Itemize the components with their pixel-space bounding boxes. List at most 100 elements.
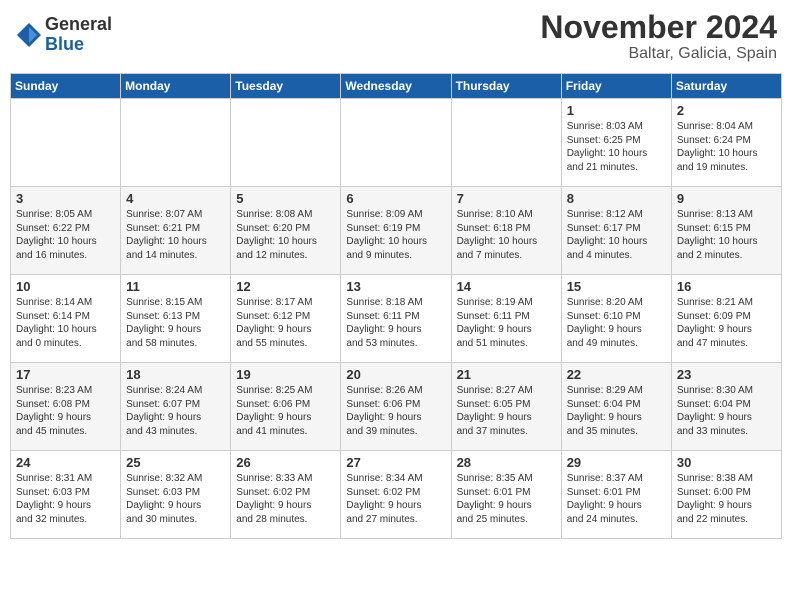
calendar-cell: 18 Sunrise: 8:24 AM Sunset: 6:07 PM Dayli… <box>121 363 231 451</box>
weekday-header-thursday: Thursday <box>451 74 561 99</box>
day-number: 3 <box>16 191 115 206</box>
calendar-cell: 17 Sunrise: 8:23 AM Sunset: 6:08 PM Dayli… <box>11 363 121 451</box>
calendar-cell: 27 Sunrise: 8:34 AM Sunset: 6:02 PM Dayli… <box>341 451 451 539</box>
calendar-cell: 15 Sunrise: 8:20 AM Sunset: 6:10 PM Dayli… <box>561 275 671 363</box>
calendar-cell: 25 Sunrise: 8:32 AM Sunset: 6:03 PM Dayli… <box>121 451 231 539</box>
cell-info: Sunrise: 8:15 AM Sunset: 6:13 PM Dayligh… <box>126 296 225 350</box>
cell-info: Sunrise: 8:10 AM Sunset: 6:18 PM Dayligh… <box>457 208 556 262</box>
cell-info: Sunrise: 8:13 AM Sunset: 6:15 PM Dayligh… <box>677 208 776 262</box>
calendar-cell: 7 Sunrise: 8:10 AM Sunset: 6:18 PM Daylig… <box>451 187 561 275</box>
day-number: 22 <box>567 367 666 382</box>
weekday-header-sunday: Sunday <box>11 74 121 99</box>
calendar-cell: 4 Sunrise: 8:07 AM Sunset: 6:21 PM Daylig… <box>121 187 231 275</box>
logo: General Blue <box>15 15 112 55</box>
cell-info: Sunrise: 8:29 AM Sunset: 6:04 PM Dayligh… <box>567 384 666 438</box>
day-number: 24 <box>16 455 115 470</box>
day-number: 26 <box>236 455 335 470</box>
logo-icon <box>15 21 43 49</box>
cell-info: Sunrise: 8:19 AM Sunset: 6:11 PM Dayligh… <box>457 296 556 350</box>
calendar-cell: 28 Sunrise: 8:35 AM Sunset: 6:01 PM Dayli… <box>451 451 561 539</box>
calendar-cell <box>11 99 121 187</box>
day-number: 7 <box>457 191 556 206</box>
cell-info: Sunrise: 8:34 AM Sunset: 6:02 PM Dayligh… <box>346 472 445 526</box>
cell-info: Sunrise: 8:37 AM Sunset: 6:01 PM Dayligh… <box>567 472 666 526</box>
cell-info: Sunrise: 8:30 AM Sunset: 6:04 PM Dayligh… <box>677 384 776 438</box>
day-number: 30 <box>677 455 776 470</box>
calendar-cell: 22 Sunrise: 8:29 AM Sunset: 6:04 PM Dayli… <box>561 363 671 451</box>
calendar-week-5: 24 Sunrise: 8:31 AM Sunset: 6:03 PM Dayli… <box>11 451 782 539</box>
day-number: 20 <box>346 367 445 382</box>
calendar-cell: 12 Sunrise: 8:17 AM Sunset: 6:12 PM Dayli… <box>231 275 341 363</box>
calendar-week-4: 17 Sunrise: 8:23 AM Sunset: 6:08 PM Dayli… <box>11 363 782 451</box>
weekday-header-tuesday: Tuesday <box>231 74 341 99</box>
calendar-cell <box>341 99 451 187</box>
cell-info: Sunrise: 8:27 AM Sunset: 6:05 PM Dayligh… <box>457 384 556 438</box>
day-number: 19 <box>236 367 335 382</box>
day-number: 9 <box>677 191 776 206</box>
calendar-week-3: 10Sunrise: 8:14 AM Sunset: 6:14 PM Dayli… <box>11 275 782 363</box>
day-number: 21 <box>457 367 556 382</box>
cell-info: Sunrise: 8:07 AM Sunset: 6:21 PM Dayligh… <box>126 208 225 262</box>
calendar-cell: 30Sunrise: 8:38 AM Sunset: 6:00 PM Dayli… <box>671 451 781 539</box>
cell-info: Sunrise: 8:33 AM Sunset: 6:02 PM Dayligh… <box>236 472 335 526</box>
weekday-header-monday: Monday <box>121 74 231 99</box>
day-number: 6 <box>346 191 445 206</box>
calendar-cell: 3 Sunrise: 8:05 AM Sunset: 6:22 PM Daylig… <box>11 187 121 275</box>
day-number: 25 <box>126 455 225 470</box>
day-number: 14 <box>457 279 556 294</box>
weekday-header-saturday: Saturday <box>671 74 781 99</box>
cell-info: Sunrise: 8:23 AM Sunset: 6:08 PM Dayligh… <box>16 384 115 438</box>
calendar-cell: 8Sunrise: 8:12 AM Sunset: 6:17 PM Daylig… <box>561 187 671 275</box>
calendar-cell <box>121 99 231 187</box>
calendar-cell <box>231 99 341 187</box>
cell-info: Sunrise: 8:35 AM Sunset: 6:01 PM Dayligh… <box>457 472 556 526</box>
calendar-cell: 21 Sunrise: 8:27 AM Sunset: 6:05 PM Dayli… <box>451 363 561 451</box>
day-number: 15 <box>567 279 666 294</box>
page-header: General Blue November 2024 Baltar, Galic… <box>10 10 782 63</box>
calendar-cell <box>451 99 561 187</box>
cell-info: Sunrise: 8:20 AM Sunset: 6:10 PM Dayligh… <box>567 296 666 350</box>
calendar-week-2: 3 Sunrise: 8:05 AM Sunset: 6:22 PM Daylig… <box>11 187 782 275</box>
day-number: 27 <box>346 455 445 470</box>
day-number: 29 <box>567 455 666 470</box>
month-title: November 2024 <box>540 10 777 45</box>
day-number: 18 <box>126 367 225 382</box>
calendar-cell: 19 Sunrise: 8:25 AM Sunset: 6:06 PM Dayli… <box>231 363 341 451</box>
weekday-header-friday: Friday <box>561 74 671 99</box>
cell-info: Sunrise: 8:17 AM Sunset: 6:12 PM Dayligh… <box>236 296 335 350</box>
day-number: 12 <box>236 279 335 294</box>
day-number: 11 <box>126 279 225 294</box>
calendar-cell: 26 Sunrise: 8:33 AM Sunset: 6:02 PM Dayli… <box>231 451 341 539</box>
calendar-cell: 11 Sunrise: 8:15 AM Sunset: 6:13 PM Dayli… <box>121 275 231 363</box>
calendar-cell: 29 Sunrise: 8:37 AM Sunset: 6:01 PM Dayli… <box>561 451 671 539</box>
day-number: 5 <box>236 191 335 206</box>
cell-info: Sunrise: 8:21 AM Sunset: 6:09 PM Dayligh… <box>677 296 776 350</box>
day-number: 17 <box>16 367 115 382</box>
calendar-cell: 9 Sunrise: 8:13 AM Sunset: 6:15 PM Daylig… <box>671 187 781 275</box>
cell-info: Sunrise: 8:05 AM Sunset: 6:22 PM Dayligh… <box>16 208 115 262</box>
calendar-cell: 23Sunrise: 8:30 AM Sunset: 6:04 PM Dayli… <box>671 363 781 451</box>
cell-info: Sunrise: 8:25 AM Sunset: 6:06 PM Dayligh… <box>236 384 335 438</box>
cell-info: Sunrise: 8:09 AM Sunset: 6:19 PM Dayligh… <box>346 208 445 262</box>
cell-info: Sunrise: 8:24 AM Sunset: 6:07 PM Dayligh… <box>126 384 225 438</box>
day-number: 4 <box>126 191 225 206</box>
location: Baltar, Galicia, Spain <box>540 45 777 63</box>
calendar-cell: 14 Sunrise: 8:19 AM Sunset: 6:11 PM Dayli… <box>451 275 561 363</box>
calendar-cell: 10Sunrise: 8:14 AM Sunset: 6:14 PM Dayli… <box>11 275 121 363</box>
cell-info: Sunrise: 8:31 AM Sunset: 6:03 PM Dayligh… <box>16 472 115 526</box>
weekday-header-wednesday: Wednesday <box>341 74 451 99</box>
calendar-cell: 1Sunrise: 8:03 AM Sunset: 6:25 PM Daylig… <box>561 99 671 187</box>
cell-info: Sunrise: 8:04 AM Sunset: 6:24 PM Dayligh… <box>677 120 776 174</box>
calendar-cell: 5Sunrise: 8:08 AM Sunset: 6:20 PM Daylig… <box>231 187 341 275</box>
cell-info: Sunrise: 8:03 AM Sunset: 6:25 PM Dayligh… <box>567 120 666 174</box>
cell-info: Sunrise: 8:18 AM Sunset: 6:11 PM Dayligh… <box>346 296 445 350</box>
day-number: 28 <box>457 455 556 470</box>
title-area: November 2024 Baltar, Galicia, Spain <box>540 10 777 63</box>
day-number: 13 <box>346 279 445 294</box>
day-number: 8 <box>567 191 666 206</box>
calendar-cell: 24 Sunrise: 8:31 AM Sunset: 6:03 PM Dayli… <box>11 451 121 539</box>
calendar-cell: 2Sunrise: 8:04 AM Sunset: 6:24 PM Daylig… <box>671 99 781 187</box>
cell-info: Sunrise: 8:32 AM Sunset: 6:03 PM Dayligh… <box>126 472 225 526</box>
day-number: 10 <box>16 279 115 294</box>
calendar-cell: 16Sunrise: 8:21 AM Sunset: 6:09 PM Dayli… <box>671 275 781 363</box>
